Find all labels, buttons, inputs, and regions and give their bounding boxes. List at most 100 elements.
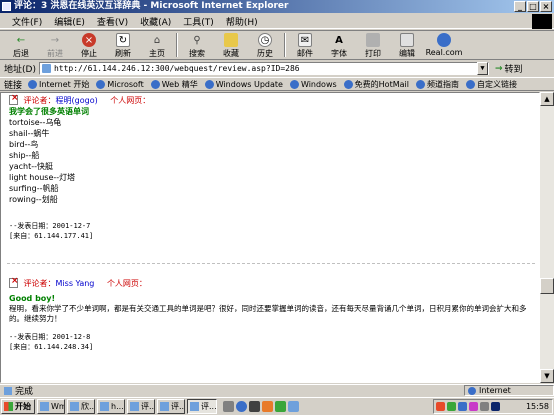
go-button[interactable]: → 转到 xyxy=(495,62,523,76)
mail-quicklaunch-icon[interactable] xyxy=(275,401,286,412)
taskbar-button[interactable]: Wm... xyxy=(37,399,65,414)
address-bar: 地址(D) http://61.144.246.12:300/webquest/… xyxy=(0,61,554,76)
mail-button[interactable]: ✉ 邮件 xyxy=(288,31,322,59)
back-button[interactable]: ← 后退 xyxy=(4,31,38,59)
link-windows[interactable]: Windows xyxy=(289,79,337,89)
windows-flag-icon xyxy=(4,402,13,411)
app-quicklaunch-icon[interactable] xyxy=(288,401,299,412)
favorites-button[interactable]: 收藏 xyxy=(214,31,248,59)
word-item: ship--船 xyxy=(9,151,40,160)
tray-icon[interactable] xyxy=(469,402,478,411)
volume-icon[interactable] xyxy=(480,402,489,411)
address-dropdown-button[interactable]: ▼ xyxy=(476,62,488,75)
menu-favorites[interactable]: 收藏(A) xyxy=(134,15,177,28)
address-input[interactable]: http://61.144.246.12:300/webquest/review… xyxy=(38,62,489,75)
menu-file[interactable]: 文件(F) xyxy=(6,15,48,28)
post-source: [来自：61.144.248.34] xyxy=(9,343,94,351)
link-web-best[interactable]: Web 精华 xyxy=(150,79,198,90)
print-button[interactable]: 打印 xyxy=(356,31,390,59)
clock[interactable]: 15:58 xyxy=(526,402,552,411)
edit-button[interactable]: 编辑 xyxy=(390,31,424,59)
link-custom[interactable]: 自定义链接 xyxy=(465,79,517,90)
review-title: Good boy! xyxy=(9,294,56,303)
post-date: --发表日期：2001-12-7 xyxy=(9,222,91,230)
taskbar-button-active[interactable]: 评... xyxy=(187,399,217,414)
reviewer-name[interactable]: Miss Yang xyxy=(56,279,95,288)
word-list: tortoise--乌龟 shail--蜗牛 bird--鸟 ship--船 y… xyxy=(9,117,150,205)
menu-bar: 文件(F) 编辑(E) 查看(V) 收藏(A) 工具(T) 帮助(H) xyxy=(0,14,554,29)
vertical-scrollbar[interactable]: ▲ ▼ xyxy=(540,92,554,383)
stop-icon: × xyxy=(82,33,96,47)
word-item: yacht--快艇 xyxy=(9,162,54,171)
app-icon xyxy=(100,402,109,411)
ie-quicklaunch-icon[interactable] xyxy=(236,401,247,412)
menu-help[interactable]: 帮助(H) xyxy=(220,15,264,28)
review-post: 评论者：程明(gogo) 个人网页： 我学会了很多英语单词 tortoise--… xyxy=(9,93,151,241)
start-button[interactable]: 开始 xyxy=(1,399,35,414)
globe-icon xyxy=(468,386,476,395)
system-tray: 15:58 xyxy=(433,399,553,414)
app-icon xyxy=(40,402,49,411)
tray-icon[interactable] xyxy=(436,402,445,411)
favorites-icon xyxy=(224,33,238,47)
input-method-icon[interactable] xyxy=(491,402,500,411)
app-icon xyxy=(70,402,79,411)
ie-icon xyxy=(2,2,11,11)
stop-button[interactable]: × 停止 xyxy=(72,31,106,59)
link-internet-start[interactable]: Internet 开始 xyxy=(28,79,89,90)
close-button[interactable]: × xyxy=(540,1,552,12)
link-windows-update[interactable]: Windows Update xyxy=(204,79,283,89)
taskbar: 开始 Wm... 欣... h... 评... 评... 评... 15:58 xyxy=(0,397,554,415)
word-item: tortoise--乌龟 xyxy=(9,118,62,127)
link-icon xyxy=(343,79,353,89)
status-bar: 完成 Internet xyxy=(0,384,554,397)
maximize-button[interactable]: □ xyxy=(527,1,539,12)
home-button[interactable]: ⌂ 主页 xyxy=(140,31,174,59)
font-button[interactable]: A 字体 xyxy=(322,31,356,59)
tray-icon[interactable] xyxy=(458,402,467,411)
taskbar-button[interactable]: h... xyxy=(97,399,125,414)
play-icon[interactable] xyxy=(262,401,273,412)
search-button[interactable]: ⚲ 搜索 xyxy=(180,31,214,59)
word-item: rowing--划船 xyxy=(9,195,58,204)
home-icon: ⌂ xyxy=(153,34,161,46)
links-bar: 链接 Internet 开始 Microsoft Web 精华 Windows … xyxy=(0,77,554,91)
menu-tools[interactable]: 工具(T) xyxy=(177,15,220,28)
link-channel-guide[interactable]: 频道指南 xyxy=(415,79,459,90)
review-post: 评论者：Miss Yang 个人网页： Good boy! 程明，看来你学了不少… xyxy=(9,276,534,352)
tray-icon[interactable] xyxy=(447,402,456,411)
scroll-down-button[interactable]: ▼ xyxy=(540,369,554,383)
taskbar-button[interactable]: 评... xyxy=(157,399,185,414)
link-icon xyxy=(96,79,106,89)
page-icon xyxy=(41,64,51,73)
link-hotmail[interactable]: 免费的HotMail xyxy=(343,79,409,90)
standard-toolbar: ← 后退 → 前进 × 停止 ↻ 刷新 ⌂ 主页 ⚲ 搜索 收藏 ◷ 历史 ✉ 邮件 A 字体 打… xyxy=(0,30,554,60)
menu-edit[interactable]: 编辑(E) xyxy=(48,15,91,28)
refresh-button[interactable]: ↻ 刷新 xyxy=(106,31,140,59)
scroll-up-button[interactable]: ▲ xyxy=(540,92,554,106)
desktop-icon[interactable] xyxy=(223,401,234,412)
real-button[interactable]: Real.com xyxy=(424,31,464,59)
post-divider xyxy=(7,263,535,264)
title-bar: 评论：3 洪恩在线英汉互译辞典 - Microsoft Internet Exp… xyxy=(0,0,554,13)
taskbar-button[interactable]: 欣... xyxy=(67,399,95,414)
word-item: bird--鸟 xyxy=(9,140,39,149)
forward-button[interactable]: → 前进 xyxy=(38,31,72,59)
reviewer-name[interactable]: 程明(gogo) xyxy=(56,96,98,105)
history-icon: ◷ xyxy=(258,33,272,47)
history-button[interactable]: ◷ 历史 xyxy=(248,31,282,59)
minimize-button[interactable]: _ xyxy=(514,1,526,12)
link-icon xyxy=(289,79,299,89)
menu-view[interactable]: 查看(V) xyxy=(91,15,134,28)
quick-launch xyxy=(223,401,299,412)
scroll-thumb[interactable] xyxy=(540,278,554,294)
link-icon xyxy=(28,79,38,89)
media-player-icon[interactable] xyxy=(249,401,260,412)
word-item: light house--灯塔 xyxy=(9,173,76,182)
link-microsoft[interactable]: Microsoft xyxy=(96,79,144,89)
taskbar-button[interactable]: 评... xyxy=(127,399,155,414)
personal-page-label: 个人网页： xyxy=(110,96,151,105)
toolbar-separator xyxy=(284,33,286,57)
ie-window: 评论：3 洪恩在线英汉互译辞典 - Microsoft Internet Exp… xyxy=(0,0,554,415)
post-date: --发表日期：2001-12-8 xyxy=(9,333,91,341)
